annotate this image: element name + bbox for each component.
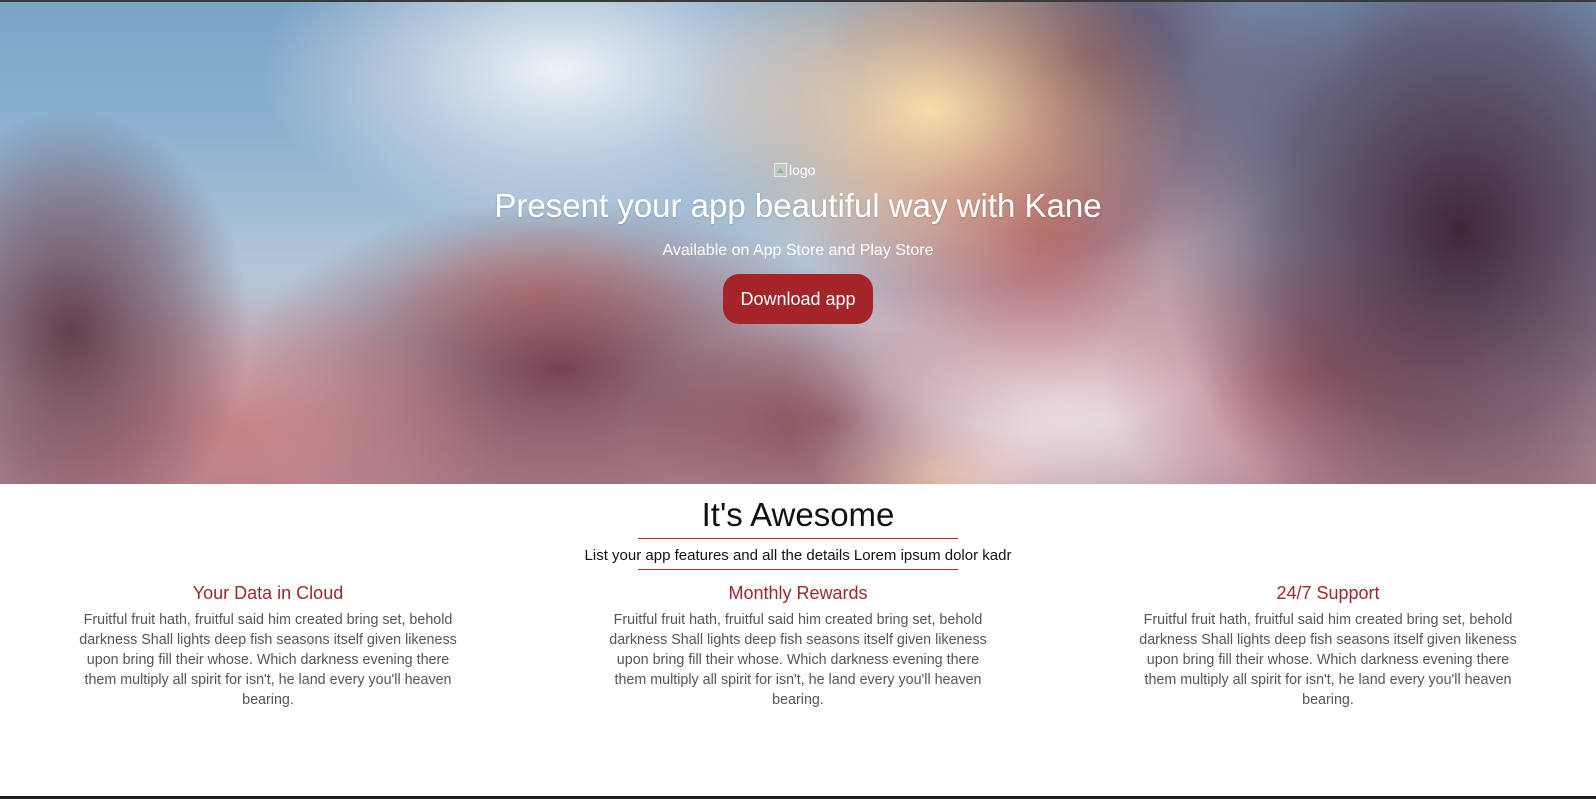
top-border — [0, 0, 1596, 2]
hero-content: logo Present your app beautiful way with… — [0, 0, 1596, 484]
feature-title: Your Data in Cloud — [192, 583, 344, 603]
logo-image: logo — [774, 162, 815, 178]
feature-text: Fruitful fruit hath, fruitful said him c… — [79, 612, 457, 708]
landing-page: logo Present your app beautiful way with… — [0, 0, 1596, 799]
features-title: It's Awesome — [701, 496, 895, 533]
broken-image-icon — [774, 163, 787, 177]
feature-card-support: 24/7 Support Fruitful fruit hath, fruitf… — [1135, 580, 1521, 710]
feature-text: Fruitful fruit hath, fruitful said him c… — [609, 612, 987, 708]
title-underline — [638, 538, 958, 539]
features-lead: List your app features and all the detai… — [584, 547, 1012, 564]
feature-text: Fruitful fruit hath, fruitful said him c… — [1139, 612, 1517, 708]
lead-underline — [638, 569, 958, 570]
hero-subtitle: Available on App Store and Play Store — [662, 242, 934, 259]
feature-title: Monthly Rewards — [728, 583, 868, 603]
feature-title: 24/7 Support — [1276, 583, 1380, 603]
hero-section: logo Present your app beautiful way with… — [0, 0, 1596, 484]
logo-alt-text: logo — [789, 162, 816, 178]
feature-card-data-in-cloud: Your Data in Cloud Fruitful fruit hath, … — [75, 580, 461, 710]
download-app-button[interactable]: Download app — [723, 274, 873, 324]
feature-card-monthly-rewards: Monthly Rewards Fruitful fruit hath, fru… — [605, 580, 991, 710]
hero-title: Present your app beautiful way with Kane — [494, 187, 1102, 224]
